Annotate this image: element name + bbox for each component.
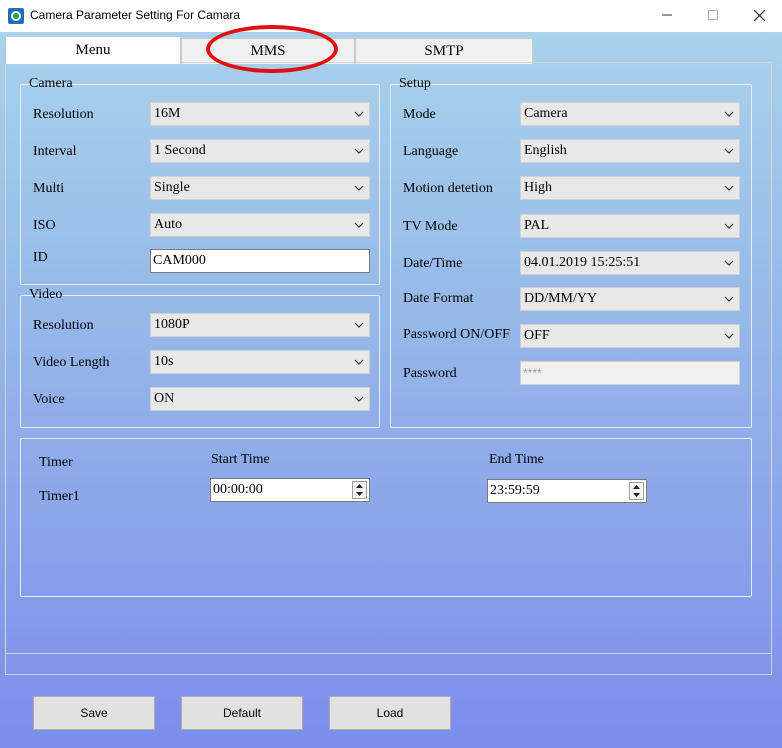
tab-mms[interactable]: MMS — [181, 38, 355, 64]
tab-mms-label: MMS — [250, 43, 286, 59]
multi-value: Single — [154, 180, 190, 195]
date-format-select[interactable]: DD/MM/YY — [520, 287, 740, 311]
iso-label: ISO — [33, 218, 56, 233]
window-title: Camera Parameter Setting For Camara — [30, 8, 241, 22]
chevron-down-icon — [724, 223, 734, 229]
tab-menu[interactable]: Menu — [5, 36, 181, 64]
camera-resolution-select[interactable]: 16M — [150, 102, 370, 126]
multi-label: Multi — [33, 181, 65, 196]
tv-mode-label: TV Mode — [403, 219, 458, 234]
motion-label: Motion detetion — [403, 181, 493, 196]
chevron-down-icon — [354, 222, 364, 228]
end-time-label: End Time — [489, 452, 544, 467]
end-time-value: 23:59:59 — [490, 483, 540, 498]
video-length-select[interactable]: 10s — [150, 350, 370, 374]
password-label: Password — [403, 366, 457, 381]
chevron-down-icon — [354, 396, 364, 402]
date-format-value: DD/MM/YY — [524, 291, 598, 306]
default-button[interactable]: Default — [181, 696, 303, 730]
date-format-label: Date Format — [403, 291, 474, 306]
interval-select[interactable]: 1 Second — [150, 139, 370, 163]
chevron-down-icon — [354, 148, 364, 154]
spin-up-icon[interactable] — [630, 483, 643, 491]
password-value: **** — [523, 366, 542, 380]
interval-value: 1 Second — [154, 143, 206, 158]
video-length-label: Video Length — [33, 355, 110, 370]
tv-mode-value: PAL — [524, 218, 550, 233]
start-time-input[interactable]: 00:00:00 — [210, 478, 370, 502]
language-label: Language — [403, 144, 459, 159]
end-time-input[interactable]: 23:59:59 — [487, 479, 647, 503]
load-button[interactable]: Load — [329, 696, 451, 730]
language-value: English — [524, 143, 567, 158]
video-group-title: Video — [29, 287, 63, 302]
tab-smtp[interactable]: SMTP — [355, 38, 533, 64]
id-value: CAM000 — [153, 253, 206, 268]
mode-value: Camera — [524, 106, 568, 121]
timer-title: Timer — [39, 455, 73, 470]
spin-down-icon[interactable] — [630, 491, 643, 499]
close-icon[interactable] — [736, 0, 782, 30]
motion-value: High — [524, 180, 552, 195]
app-icon — [8, 8, 24, 24]
chevron-down-icon — [724, 148, 734, 154]
mode-select[interactable]: Camera — [520, 102, 740, 126]
id-input[interactable]: CAM000 — [150, 249, 370, 273]
voice-label: Voice — [33, 392, 65, 407]
interval-label: Interval — [33, 144, 77, 159]
password-input[interactable]: **** — [520, 361, 740, 385]
start-time-spinner[interactable] — [352, 481, 367, 499]
camera-resolution-value: 16M — [154, 106, 181, 121]
camera-group-title: Camera — [29, 76, 73, 91]
id-label: ID — [33, 250, 48, 265]
chevron-down-icon — [354, 185, 364, 191]
end-time-spinner[interactable] — [629, 482, 644, 500]
chevron-down-icon — [724, 260, 734, 266]
chevron-down-icon — [724, 296, 734, 302]
start-time-label: Start Time — [211, 452, 270, 467]
spin-up-icon[interactable] — [353, 482, 366, 490]
datetime-value: 04.01.2019 15:25:51 — [524, 255, 641, 270]
language-select[interactable]: English — [520, 139, 740, 163]
start-time-value: 00:00:00 — [213, 482, 263, 497]
mode-label: Mode — [403, 107, 436, 122]
setup-group-title: Setup — [399, 76, 431, 91]
chevron-down-icon — [724, 111, 734, 117]
timer-group — [20, 438, 752, 597]
chevron-down-icon — [724, 185, 734, 191]
motion-select[interactable]: High — [520, 176, 740, 200]
iso-select[interactable]: Auto — [150, 213, 370, 237]
camera-resolution-label: Resolution — [33, 107, 94, 122]
tv-mode-select[interactable]: PAL — [520, 214, 740, 238]
datetime-picker[interactable]: 04.01.2019 15:25:51 — [520, 251, 740, 275]
save-button[interactable]: Save — [33, 696, 155, 730]
datetime-label: Date/Time — [403, 256, 463, 271]
chevron-down-icon — [354, 322, 364, 328]
voice-value: ON — [154, 391, 175, 406]
video-resolution-select[interactable]: 1080P — [150, 313, 370, 337]
password-onoff-value: OFF — [524, 328, 550, 343]
chevron-down-icon — [724, 333, 734, 339]
tab-smtp-label: SMTP — [424, 43, 464, 59]
chevron-down-icon — [354, 111, 364, 117]
iso-value: Auto — [154, 217, 182, 232]
maximize-icon[interactable] — [690, 0, 736, 30]
voice-select[interactable]: ON — [150, 387, 370, 411]
timer1-label: Timer1 — [39, 489, 80, 504]
spin-down-icon[interactable] — [353, 490, 366, 498]
tab-menu-label: Menu — [75, 42, 111, 58]
status-strip — [5, 653, 772, 675]
video-resolution-label: Resolution — [33, 318, 94, 333]
chevron-down-icon — [354, 359, 364, 365]
title-bar: Camera Parameter Setting For Camara — [0, 0, 782, 32]
video-length-value: 10s — [154, 354, 174, 369]
multi-select[interactable]: Single — [150, 176, 370, 200]
video-resolution-value: 1080P — [154, 317, 190, 332]
minimize-icon[interactable] — [644, 0, 690, 30]
password-onoff-label: Password ON/OFF — [403, 327, 510, 342]
password-onoff-select[interactable]: OFF — [520, 324, 740, 348]
